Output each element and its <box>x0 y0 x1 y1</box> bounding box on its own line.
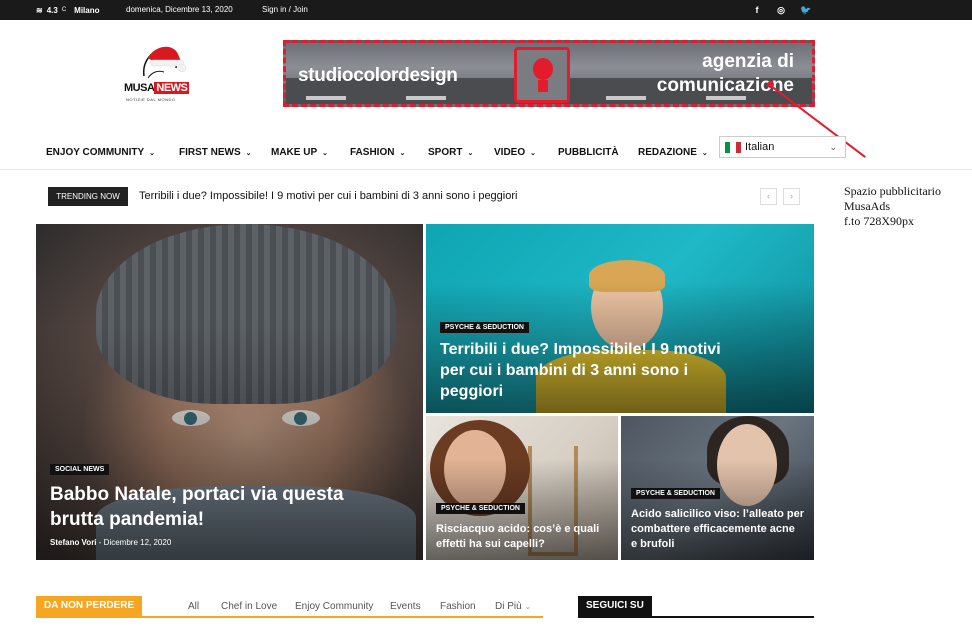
site-logo[interactable]: MUSA NEWS NOTIZIE DAL MONDO <box>118 42 202 106</box>
social-section-label: SEGUICI SU <box>578 596 652 616</box>
title-line: e brufoli <box>631 538 675 550</box>
meta-separator: - <box>98 538 102 547</box>
nav-label: MAKE UP <box>271 147 318 158</box>
nav-item-redazione[interactable]: REDAZIONE ⌄ <box>638 136 708 170</box>
santa-hat-logo-icon <box>143 46 187 79</box>
trending-label: TRENDING NOW <box>48 187 128 206</box>
twitter-icon[interactable]: 🐦 <box>800 5 811 16</box>
title-line: combattere efficacemente acne <box>631 523 795 535</box>
nav-label: FIRST NEWS <box>179 147 241 158</box>
facebook-icon[interactable]: f <box>752 5 762 15</box>
article-title[interactable]: Risciacquo acido: cos’è e quali effetti … <box>436 522 616 552</box>
annotation-text: Spazio pubblicitario MusaAds f.to 728X90… <box>844 184 941 229</box>
city: Milano <box>74 5 100 15</box>
title-line: Risciacquo acido: cos’è e quali <box>436 523 600 535</box>
tab-fashion[interactable]: Fashion <box>440 601 476 613</box>
article-title[interactable]: Terribili i due? Impossibile! I 9 motivi… <box>440 339 810 402</box>
logo-name-left: MUSA <box>124 82 155 94</box>
social-section-header: SEGUICI SU <box>578 596 814 618</box>
tab-more-label: Di Più <box>495 601 522 612</box>
title-line: Acido salicilico viso: l’alleato per <box>631 508 805 520</box>
nav-item-fashion[interactable]: FASHION ⌄ <box>350 136 405 170</box>
ad-stripe <box>306 96 346 100</box>
chevron-down-icon: ⌄ <box>245 150 252 157</box>
nav-item-video[interactable]: VIDEO ⌄ <box>494 136 536 170</box>
signin-link[interactable]: Sign in / Join <box>262 0 308 20</box>
instagram-icon[interactable]: ◎ <box>776 5 786 16</box>
chevron-down-icon: ⌄ <box>530 150 536 157</box>
tab-events[interactable]: Events <box>390 601 421 613</box>
weather-icon: ≋ <box>36 5 43 15</box>
social-links: f ◎ 🐦 <box>752 0 812 20</box>
annotation-line2: MusaAds <box>844 199 891 213</box>
logo-tagline: NOTIZIE DAL MONDO <box>126 97 176 102</box>
tab-enjoy-community[interactable]: Enjoy Community <box>295 601 373 613</box>
featured-article-top-right[interactable]: PSYCHE & SEDUCTION Terribili i due? Impo… <box>426 224 814 413</box>
nav-item-first-news[interactable]: FIRST NEWS ⌄ <box>179 136 252 170</box>
ad-left-text: studiocolordesign <box>298 65 458 86</box>
title-line: Terribili i due? Impossibile! I 9 motivi <box>440 341 721 358</box>
nav-item-make-up[interactable]: MAKE UP ⌄ <box>271 136 328 170</box>
current-date: domenica, Dicembre 13, 2020 <box>126 5 233 14</box>
featured-article-main[interactable]: SOCIAL NEWS Babbo Natale, portaci via qu… <box>36 224 423 560</box>
nav-item-sport[interactable]: SPORT ⌄ <box>428 136 473 170</box>
chevron-down-icon: ⌄ <box>701 150 708 157</box>
tab-more[interactable]: Di Più ⌄ <box>495 601 531 613</box>
temperature-unit: C <box>61 7 67 13</box>
nav-label: FASHION <box>350 147 395 158</box>
article-date: Dicembre 12, 2020 <box>103 538 172 547</box>
chevron-down-icon: ⌄ <box>467 150 474 157</box>
trending-next-button[interactable]: › <box>783 188 800 205</box>
section-label: DA NON PERDERE <box>36 596 143 616</box>
article-author[interactable]: Stefano Vori <box>50 538 97 547</box>
annotation-line3: f.to 728X90px <box>844 214 914 228</box>
nav-label: SPORT <box>428 147 463 158</box>
article-meta: Stefano Vori - Dicembre 12, 2020 <box>50 538 171 547</box>
tab-all[interactable]: All <box>188 601 199 613</box>
lightbulb-icon <box>514 47 570 103</box>
category-badge[interactable]: SOCIAL NEWS <box>50 464 110 475</box>
chevron-down-icon: ⌄ <box>149 150 156 157</box>
annotation-line1: Spazio pubblicitario <box>844 184 941 198</box>
nav-label: REDAZIONE <box>638 147 697 158</box>
ad-banner[interactable]: studiocolordesign agenzia di comunicazio… <box>283 40 815 107</box>
chevron-down-icon: ⌄ <box>524 602 532 611</box>
article-title[interactable]: Acido salicilico viso: l’alleato per com… <box>631 507 813 552</box>
featured-article-bottom-right[interactable]: PSYCHE & SEDUCTION Acido salicilico viso… <box>621 416 814 560</box>
logo-wordmark: MUSA NEWS <box>124 82 190 94</box>
logo-name-right: NEWS <box>154 82 190 94</box>
chevron-down-icon: ⌄ <box>322 150 328 157</box>
italy-flag-icon <box>725 142 741 153</box>
weather-widget: ≋ 4.3 C Milano <box>36 0 100 20</box>
title-line: brutta pandemia! <box>50 509 205 530</box>
ad-right-line1: agenzia di <box>702 51 794 72</box>
article-title[interactable]: Babbo Natale, portaci via questa brutta … <box>50 482 420 532</box>
nav-item-pubblicita[interactable]: PUBBLICITÀ <box>558 136 619 170</box>
trending-prev-button[interactable]: ‹ <box>760 188 777 205</box>
language-select[interactable]: Italian ⌄ <box>719 136 846 158</box>
category-badge[interactable]: PSYCHE & SEDUCTION <box>440 322 529 333</box>
nav-label: VIDEO <box>494 147 526 158</box>
language-label: Italian <box>745 141 775 153</box>
title-line: effetti ha sui capelli? <box>436 538 545 550</box>
title-line: per cui i bambini di 3 anni sono i <box>440 362 689 379</box>
temperature: 4.3 <box>46 5 58 15</box>
chevron-down-icon: ⌄ <box>399 150 406 157</box>
ad-stripe <box>406 96 446 100</box>
chevron-down-icon: ⌄ <box>829 142 837 152</box>
ad-stripe <box>606 96 646 100</box>
category-badge[interactable]: PSYCHE & SEDUCTION <box>436 503 525 514</box>
trending-headline[interactable]: Terribili i due? Impossibile! I 9 motivi… <box>139 190 517 202</box>
title-line: Babbo Natale, portaci via questa <box>50 484 344 505</box>
tab-chef-in-love[interactable]: Chef in Love <box>221 601 277 613</box>
featured-article-bottom-left[interactable]: PSYCHE & SEDUCTION Risciacquo acido: cos… <box>426 416 618 560</box>
nav-label: ENJOY COMMUNITY <box>46 147 145 158</box>
nav-item-enjoy-community[interactable]: ENJOY COMMUNITY ⌄ <box>46 136 155 170</box>
category-badge[interactable]: PSYCHE & SEDUCTION <box>631 488 720 499</box>
title-line: peggiori <box>440 383 504 400</box>
top-bar: ≋ 4.3 C Milano domenica, Dicembre 13, 202… <box>0 0 972 20</box>
nav-label: PUBBLICITÀ <box>558 147 619 158</box>
